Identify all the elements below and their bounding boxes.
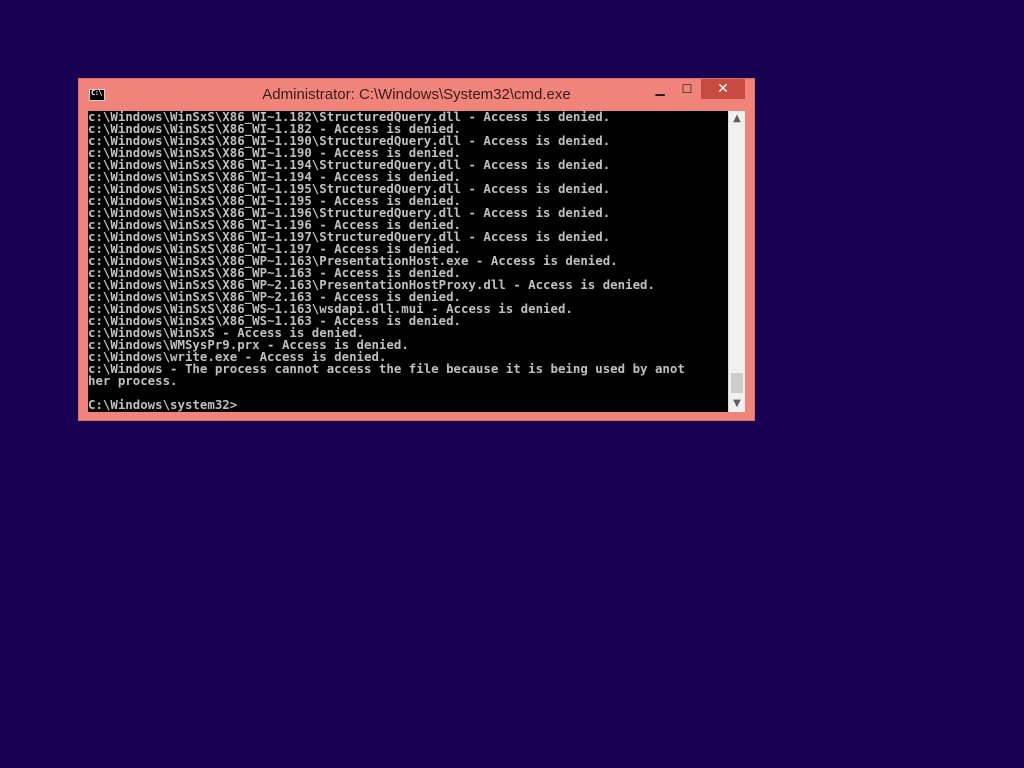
console-line: C:\Windows\system32> bbox=[88, 397, 238, 412]
console-line: her process. bbox=[88, 373, 178, 388]
scroll-down-arrow-icon[interactable]: ▼ bbox=[729, 396, 745, 412]
scroll-up-arrow-icon[interactable]: ▲ bbox=[729, 111, 745, 127]
console-output-area[interactable]: c:\Windows\WinSxS\X86_WI~1.182\Structure… bbox=[88, 111, 728, 412]
console-output: c:\Windows\WinSxS\X86_WI~1.182\Structure… bbox=[88, 111, 685, 411]
close-button[interactable]: ✕ bbox=[701, 79, 745, 99]
maximize-button[interactable]: ☐ bbox=[676, 79, 698, 99]
vertical-scrollbar[interactable]: ▲ ▼ bbox=[728, 111, 745, 412]
title-bar[interactable]: C:\ Administrator: C:\Windows\System32\c… bbox=[79, 79, 754, 110]
desktop-background: C:\ Administrator: C:\Windows\System32\c… bbox=[0, 0, 1024, 768]
scrollbar-thumb[interactable] bbox=[731, 373, 743, 393]
cmd-window[interactable]: C:\ Administrator: C:\Windows\System32\c… bbox=[78, 78, 755, 421]
minimize-button[interactable]: ▁ bbox=[649, 79, 671, 99]
